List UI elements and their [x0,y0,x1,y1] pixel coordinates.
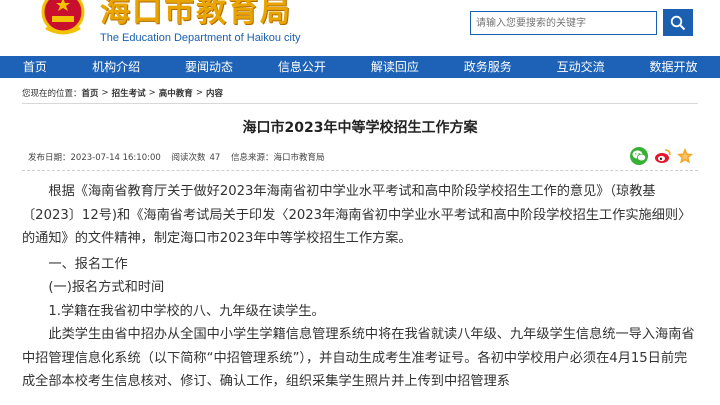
breadcrumb-divider [22,103,698,104]
nav-item-open-data[interactable]: 数据开放 [627,56,720,78]
list-item: 1.学籍在我省初中学校的八、九年级在读学生。 [48,303,325,319]
breadcrumb-content: 内容 [205,89,223,99]
breadcrumb-separator: > [148,88,156,98]
weibo-icon [655,149,671,163]
views-count: 47 [209,153,221,163]
search-button[interactable] [663,9,693,36]
main-nav: 首页 机构介绍 要闻动态 信息公开 解读回应 政务服务 互动交流 数据开放 [0,56,720,78]
breadcrumb-high-school[interactable]: 高中教育 [159,87,193,99]
paragraph-body: 此类学生由省中招办从全国中小学生学籍信息管理系统中将在我省就读八年级、九年级学生… [22,327,695,389]
site-subtitle: The Education Department of Haikou city [100,32,301,44]
article-meta: 发布日期：2023-07-14 16:10:00 阅读次数 47 信息来源：海口市… [28,151,333,163]
breadcrumb-separator: > [195,88,203,98]
search-input[interactable] [470,11,657,35]
nav-item-home[interactable]: 首页 [0,56,70,78]
wechat-icon [632,150,646,162]
meta-divider [22,170,698,171]
breadcrumb: 您现在的位置： 首页 > 招生考试 > 高中教育 > 内容 [22,87,223,99]
nav-item-disclosure[interactable]: 信息公开 [255,56,348,78]
site-header: 海口市教育局 The Education Department of Haiko… [0,0,720,56]
nav-item-news[interactable]: 要闻动态 [163,56,256,78]
article-body: 根据《海南省教育厅关于做好2023年海南省初中学业水平考试和高中阶段学校招生工作… [22,180,698,394]
share-wechat-button[interactable] [630,147,648,165]
site-title: 海口市教育局 [100,0,292,29]
search-icon [670,15,686,30]
subsection-heading: (一)报名方式和时间 [48,280,165,295]
breadcrumb-prefix: 您现在的位置： [22,89,82,99]
section-heading: 一、报名工作 [48,256,128,272]
publish-date: 发布日期：2023-07-14 16:10:00 [28,153,161,163]
national-emblem-icon [41,0,85,35]
nav-item-interaction[interactable]: 互动交流 [534,56,627,78]
breadcrumb-home[interactable]: 首页 [82,87,99,99]
star-icon [677,148,693,164]
article-source: 信息来源：海口市教育局 [231,153,325,163]
nav-item-about[interactable]: 机构介绍 [70,56,163,78]
paragraph-intro: 根据《海南省教育厅关于做好2023年海南省初中学业水平考试和高中阶段学校招生工作… [22,184,692,246]
breadcrumb-separator: > [101,88,109,98]
article-title: 海口市2023年中等学校招生工作方案 [242,120,478,136]
nav-item-services[interactable]: 政务服务 [441,56,534,78]
share-favorite-button[interactable] [676,147,694,165]
views-label: 阅读次数 [171,153,206,163]
nav-item-interpretation[interactable]: 解读回应 [348,56,441,78]
share-weibo-button[interactable] [654,147,672,165]
breadcrumb-admissions[interactable]: 招生考试 [112,87,146,99]
